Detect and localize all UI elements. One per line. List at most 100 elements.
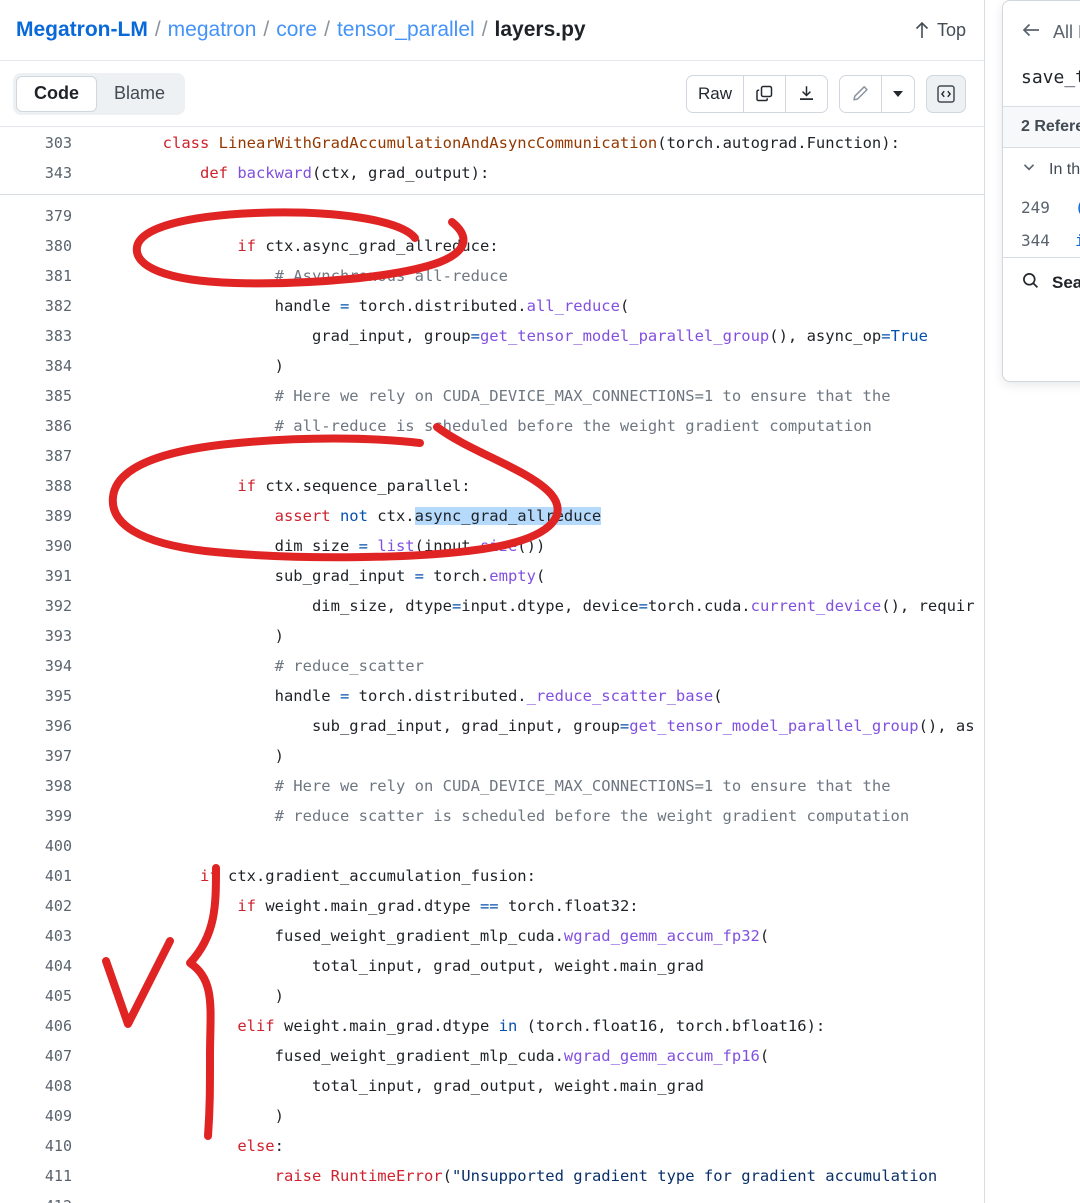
back-to-all-references-button[interactable]: All References bbox=[1003, 1, 1080, 63]
line-number[interactable]: 393 bbox=[0, 627, 88, 645]
code-line[interactable]: 303 class LinearWithGradAccumulationAndA… bbox=[0, 128, 984, 158]
line-content[interactable]: else: bbox=[88, 1137, 984, 1155]
code-line[interactable]: 410 else: bbox=[0, 1131, 984, 1161]
code-line[interactable]: 412 bbox=[0, 1191, 984, 1203]
line-number[interactable]: 403 bbox=[0, 927, 88, 945]
code-line[interactable]: 380 if ctx.async_grad_allreduce: bbox=[0, 231, 984, 261]
code-line[interactable]: 393 ) bbox=[0, 621, 984, 651]
reference-row[interactable]: 249 (self, path) bbox=[1003, 191, 1080, 224]
line-number[interactable]: 383 bbox=[0, 327, 88, 345]
line-number[interactable]: 405 bbox=[0, 987, 88, 1005]
line-number[interactable]: 395 bbox=[0, 687, 88, 705]
line-content[interactable]: handle = torch.distributed._reduce_scatt… bbox=[88, 687, 984, 705]
line-number[interactable]: 386 bbox=[0, 417, 88, 435]
line-number[interactable]: 412 bbox=[0, 1197, 88, 1203]
line-content[interactable]: class LinearWithGradAccumulationAndAsync… bbox=[88, 134, 984, 152]
line-number[interactable]: 388 bbox=[0, 477, 88, 495]
line-number[interactable]: 399 bbox=[0, 807, 88, 825]
code-line[interactable]: 398 # Here we rely on CUDA_DEVICE_MAX_CO… bbox=[0, 771, 984, 801]
code-line[interactable]: 385 # Here we rely on CUDA_DEVICE_MAX_CO… bbox=[0, 381, 984, 411]
code-line[interactable]: 405 ) bbox=[0, 981, 984, 1011]
line-content[interactable]: # Here we rely on CUDA_DEVICE_MAX_CONNEC… bbox=[88, 387, 984, 405]
line-content[interactable]: if ctx.async_grad_allreduce: bbox=[88, 237, 984, 255]
code-line[interactable]: 403 fused_weight_gradient_mlp_cuda.wgrad… bbox=[0, 921, 984, 951]
line-number[interactable]: 400 bbox=[0, 837, 88, 855]
line-number[interactable]: 396 bbox=[0, 717, 88, 735]
download-icon[interactable] bbox=[786, 76, 827, 112]
code-line[interactable]: 396 sub_grad_input, grad_input, group=ge… bbox=[0, 711, 984, 741]
line-number[interactable]: 409 bbox=[0, 1107, 88, 1125]
line-content[interactable]: total_input, grad_output, weight.main_gr… bbox=[88, 957, 984, 975]
breadcrumb-repo[interactable]: Megatron-LM bbox=[16, 18, 148, 42]
line-number[interactable]: 389 bbox=[0, 507, 88, 525]
line-number[interactable]: 381 bbox=[0, 267, 88, 285]
code-line[interactable]: 390 dim_size = list(input.size()) bbox=[0, 531, 984, 561]
references-search-input[interactable]: Search bbox=[1003, 257, 1080, 308]
references-group-toggle[interactable]: In this file bbox=[1003, 148, 1080, 191]
line-content[interactable]: ) bbox=[88, 1107, 984, 1125]
code-line[interactable]: 381 # Asynchronous all-reduce bbox=[0, 261, 984, 291]
code-line[interactable]: 408 total_input, grad_output, weight.mai… bbox=[0, 1071, 984, 1101]
code-line[interactable]: 382 handle = torch.distributed.all_reduc… bbox=[0, 291, 984, 321]
line-content[interactable]: fused_weight_gradient_mlp_cuda.wgrad_gem… bbox=[88, 1047, 984, 1065]
code-line[interactable]: 384 ) bbox=[0, 351, 984, 381]
line-content[interactable]: ) bbox=[88, 357, 984, 375]
breadcrumb-part-core[interactable]: core bbox=[276, 18, 317, 42]
line-content[interactable]: # reduce_scatter bbox=[88, 657, 984, 675]
code-line[interactable]: 409 ) bbox=[0, 1101, 984, 1131]
code-line[interactable]: 388 if ctx.sequence_parallel: bbox=[0, 471, 984, 501]
line-number[interactable]: 385 bbox=[0, 387, 88, 405]
line-number[interactable]: 380 bbox=[0, 237, 88, 255]
code-line[interactable]: 400 bbox=[0, 831, 984, 861]
line-number[interactable]: 410 bbox=[0, 1137, 88, 1155]
line-number[interactable]: 406 bbox=[0, 1017, 88, 1035]
code-line[interactable]: 406 elif weight.main_grad.dtype in (torc… bbox=[0, 1011, 984, 1041]
line-content[interactable]: ) bbox=[88, 987, 984, 1005]
code-line[interactable]: 387 bbox=[0, 441, 984, 471]
line-content[interactable]: if ctx.gradient_accumulation_fusion: bbox=[88, 867, 984, 885]
line-number[interactable]: 379 bbox=[0, 207, 88, 225]
line-content[interactable]: elif weight.main_grad.dtype in (torch.fl… bbox=[88, 1017, 984, 1035]
breadcrumb-part-tensor-parallel[interactable]: tensor_parallel bbox=[337, 18, 475, 42]
line-number[interactable]: 390 bbox=[0, 537, 88, 555]
scroll-to-top-button[interactable]: Top bbox=[914, 20, 966, 41]
line-number[interactable]: 387 bbox=[0, 447, 88, 465]
line-number[interactable]: 411 bbox=[0, 1167, 88, 1185]
line-number[interactable]: 394 bbox=[0, 657, 88, 675]
line-number[interactable]: 398 bbox=[0, 777, 88, 795]
line-content[interactable]: sub_grad_input, grad_input, group=get_te… bbox=[88, 717, 984, 735]
line-content[interactable]: fused_weight_gradient_mlp_cuda.wgrad_gem… bbox=[88, 927, 984, 945]
line-content[interactable]: # Asynchronous all-reduce bbox=[88, 267, 984, 285]
tab-code[interactable]: Code bbox=[16, 75, 97, 112]
line-number[interactable]: 384 bbox=[0, 357, 88, 375]
code-line[interactable]: 399 # reduce scatter is scheduled before… bbox=[0, 801, 984, 831]
copy-icon[interactable] bbox=[744, 75, 786, 112]
code-line[interactable]: 404 total_input, grad_output, weight.mai… bbox=[0, 951, 984, 981]
line-number[interactable]: 392 bbox=[0, 597, 88, 615]
code-line[interactable]: 394 # reduce_scatter bbox=[0, 651, 984, 681]
raw-button[interactable]: Raw bbox=[687, 75, 744, 112]
line-content[interactable]: dim_size = list(input.size()) bbox=[88, 537, 984, 555]
code-line[interactable]: 389 assert not ctx.async_grad_allreduce bbox=[0, 501, 984, 531]
line-number[interactable]: 401 bbox=[0, 867, 88, 885]
line-number[interactable]: 408 bbox=[0, 1077, 88, 1095]
line-content[interactable]: ) bbox=[88, 747, 984, 765]
line-number[interactable]: 397 bbox=[0, 747, 88, 765]
line-content[interactable]: handle = torch.distributed.all_reduce( bbox=[88, 297, 984, 315]
chevron-down-icon[interactable] bbox=[882, 76, 914, 112]
code-line[interactable]: 379 bbox=[0, 201, 984, 231]
line-content[interactable]: dim_size, dtype=input.dtype, device=torc… bbox=[88, 597, 984, 615]
line-content[interactable]: sub_grad_input = torch.empty( bbox=[88, 567, 984, 585]
line-content[interactable]: if ctx.sequence_parallel: bbox=[88, 477, 984, 495]
line-number[interactable]: 343 bbox=[0, 164, 88, 182]
code-line[interactable]: 411 raise RuntimeError("Unsupported grad… bbox=[0, 1161, 984, 1191]
code-line[interactable]: 343 def backward(ctx, grad_output): bbox=[0, 158, 984, 188]
code-line[interactable]: 407 fused_weight_gradient_mlp_cuda.wgrad… bbox=[0, 1041, 984, 1071]
line-content[interactable]: raise RuntimeError("Unsupported gradient… bbox=[88, 1167, 984, 1185]
line-number[interactable]: 391 bbox=[0, 567, 88, 585]
code-brackets-icon[interactable] bbox=[926, 74, 966, 113]
code-line[interactable]: 402 if weight.main_grad.dtype == torch.f… bbox=[0, 891, 984, 921]
code-line[interactable]: 395 handle = torch.distributed._reduce_s… bbox=[0, 681, 984, 711]
tab-blame[interactable]: Blame bbox=[97, 76, 182, 112]
line-content[interactable]: ) bbox=[88, 627, 984, 645]
